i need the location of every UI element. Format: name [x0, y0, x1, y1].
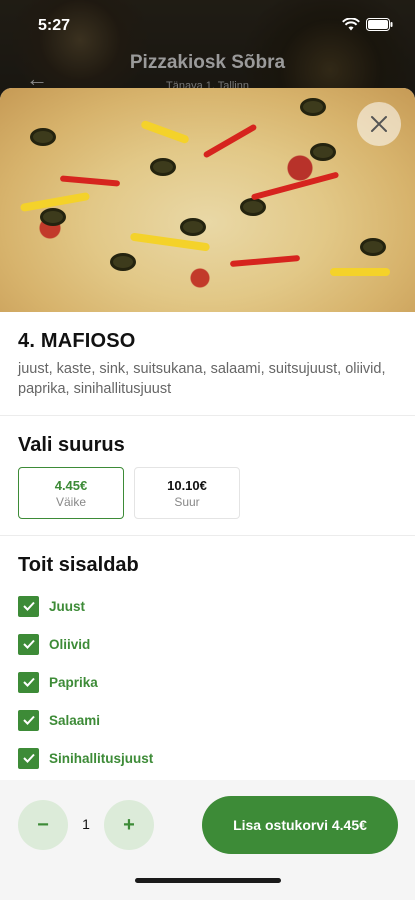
decrement-button[interactable]: −: [18, 800, 68, 850]
battery-icon: [366, 18, 393, 31]
home-indicator: [135, 878, 281, 883]
checkbox-checked-icon[interactable]: [18, 709, 39, 731]
ingredients-section-title: Toit sisaldab: [18, 554, 139, 576]
ingredient-label: Sinihallitusjuust: [49, 750, 154, 766]
divider: [0, 535, 415, 536]
status-bar: 5:27: [0, 0, 415, 50]
size-name: Suur: [174, 494, 200, 509]
ingredient-label: Paprika: [49, 674, 98, 690]
wifi-icon: [342, 18, 360, 31]
checkbox-checked-icon[interactable]: [18, 633, 39, 655]
ingredient-label: Salaami: [49, 712, 101, 728]
size-section-title: Vali suurus: [18, 434, 125, 456]
checkbox-checked-icon[interactable]: [18, 671, 39, 693]
ingredient-label: Juust: [49, 598, 86, 614]
size-name: Väike: [55, 494, 87, 509]
checkbox-checked-icon[interactable]: [18, 595, 39, 617]
status-time: 5:27: [38, 17, 71, 34]
quantity-value: 1: [82, 816, 90, 832]
ingredient-row[interactable]: Paprika: [18, 663, 397, 701]
status-icons: [342, 18, 393, 31]
ingredients-list: Juust Oliivid Paprika Salaami Sinihallit…: [18, 587, 397, 777]
close-icon: [371, 116, 387, 132]
size-price: 4.45€: [54, 477, 88, 493]
size-price: 10.10€: [167, 477, 207, 493]
product-image: [0, 88, 415, 312]
ingredient-row[interactable]: Juust: [18, 587, 397, 625]
product-title: 4. MAFIOSO: [18, 330, 136, 352]
ingredient-row[interactable]: Sinihallitusjuust: [18, 739, 397, 777]
restaurant-title: Pizzakiosk Sõbra: [129, 52, 286, 73]
ingredient-row[interactable]: Salaami: [18, 701, 397, 739]
size-options: 4.45€ Väike 10.10€ Suur: [18, 467, 397, 519]
add-to-cart-button[interactable]: Lisa ostukorvi 4.45€: [202, 796, 398, 854]
ingredient-label: Oliivid: [49, 636, 91, 652]
increment-button[interactable]: +: [104, 800, 154, 850]
checkbox-checked-icon[interactable]: [18, 747, 39, 769]
product-sheet: 4. MAFIOSO juust, kaste, sink, suitsukan…: [0, 88, 415, 900]
divider: [0, 415, 415, 416]
size-option-small[interactable]: 4.45€ Väike: [18, 467, 124, 519]
product-description: juust, kaste, sink, suitsukana, salaami,…: [18, 361, 386, 397]
ingredient-row[interactable]: Oliivid: [18, 625, 397, 663]
size-option-large[interactable]: 10.10€ Suur: [134, 467, 240, 519]
close-button[interactable]: [357, 102, 401, 146]
cart-bar: − 1 + Lisa ostukorvi 4.45€: [0, 780, 415, 900]
